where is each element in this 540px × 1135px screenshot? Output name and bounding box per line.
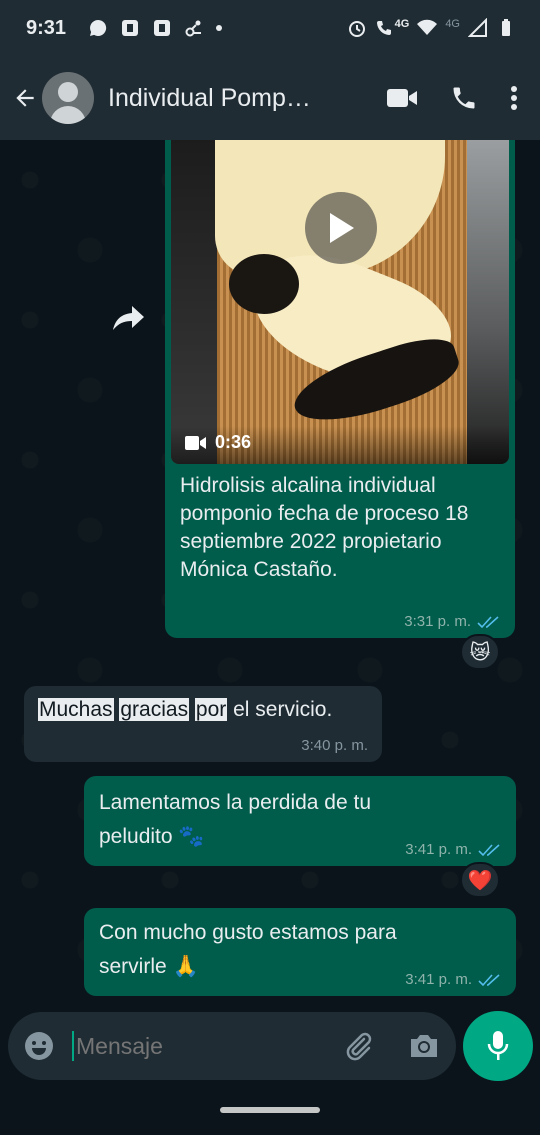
read-ticks-icon <box>478 843 500 856</box>
system-status-icons: 4G 4G <box>347 18 516 38</box>
message-text: Con mucho gusto estamos para servirle 🙏 <box>99 921 397 978</box>
message-composer[interactable] <box>8 1012 456 1080</box>
battery-icon <box>502 19 510 36</box>
message-meta: 3:40 p. m. <box>301 737 368 754</box>
highlighted-word: Muchas <box>38 698 114 721</box>
hub-notification-icon <box>185 20 202 37</box>
play-button[interactable] <box>305 192 377 264</box>
chat-area[interactable]: 0:36 Hidrolisis alcalina individual pomp… <box>0 140 540 1010</box>
message-meta: 3:31 p. m. <box>404 613 501 630</box>
message-time: 3:31 p. m. <box>404 613 471 630</box>
whatsapp-notification-icon <box>90 19 107 36</box>
forward-icon[interactable] <box>112 304 146 332</box>
read-ticks-icon <box>478 973 500 986</box>
avatar[interactable] <box>42 72 94 124</box>
reaction-badge[interactable]: ❤️ <box>460 862 500 898</box>
status-time: 9:31 <box>26 16 67 39</box>
highlighted-word: por <box>194 698 228 721</box>
reaction-emoji: ❤️ <box>467 869 493 892</box>
incoming-message[interactable]: Muchas gracias por el servicio. 3:40 p. … <box>24 686 382 762</box>
outgoing-message[interactable]: Lamentamos la perdida de tu peludito 🐾 3… <box>84 776 516 866</box>
message-text: Lamentamos la perdida de tu peludito 🐾 <box>99 791 372 848</box>
message-text: Muchas gracias por el servicio. <box>38 696 368 724</box>
network-type-label-2: 4G <box>445 18 460 30</box>
app-notification-icon-2 <box>154 20 171 36</box>
video-caption: Hidrolisis alcalina individual pomponio … <box>180 474 469 581</box>
highlighted-word: gracias <box>119 698 190 721</box>
network-type-label: 4G <box>394 18 410 30</box>
volte-call-icon <box>376 21 391 35</box>
message-time: 3:40 p. m. <box>301 737 368 754</box>
reaction-emoji: 😿 <box>469 641 491 664</box>
status-bar: 9:31 4G 4G <box>0 0 540 56</box>
chat-header: Individual Pomp… <box>0 56 540 140</box>
signal-icon <box>468 18 487 37</box>
message-time: 3:41 p. m. <box>405 971 472 988</box>
attach-icon[interactable] <box>342 1030 374 1062</box>
video-message[interactable]: 0:36 Hidrolisis alcalina individual pomp… <box>165 140 515 638</box>
video-duration: 0:36 <box>215 432 252 452</box>
alarm-icon <box>348 21 365 37</box>
dot-icon <box>216 25 223 31</box>
home-gesture-handle[interactable] <box>220 1107 320 1113</box>
video-camera-icon <box>185 435 206 450</box>
voice-record-button[interactable] <box>463 1011 533 1081</box>
video-call-icon[interactable] <box>386 86 418 110</box>
header-actions <box>386 84 528 112</box>
text-caret <box>72 1031 74 1061</box>
back-arrow-icon[interactable] <box>12 85 38 111</box>
system-nav-bar <box>0 1085 540 1135</box>
wifi-icon <box>417 19 438 35</box>
video-thumbnail[interactable]: 0:36 <box>171 140 509 464</box>
more-vert-icon[interactable] <box>510 85 518 111</box>
chat-title[interactable]: Individual Pomp… <box>108 84 328 113</box>
message-meta: 3:41 p. m. <box>405 841 502 858</box>
read-ticks-icon <box>477 615 499 628</box>
emoji-icon[interactable] <box>24 1031 54 1061</box>
app-notification-icon-1 <box>122 20 139 36</box>
reaction-badge[interactable]: 😿 <box>460 634 500 670</box>
camera-icon[interactable] <box>408 1032 440 1060</box>
message-meta: 3:41 p. m. <box>405 971 502 988</box>
message-time: 3:41 p. m. <box>405 841 472 858</box>
notification-icons <box>88 18 223 38</box>
message-text-rest: el servicio. <box>227 698 333 721</box>
play-icon <box>330 213 354 243</box>
microphone-icon <box>487 1031 509 1060</box>
message-input[interactable] <box>76 1032 316 1060</box>
outgoing-message[interactable]: Con mucho gusto estamos para servirle 🙏 … <box>84 908 516 996</box>
phone-icon[interactable] <box>450 84 478 112</box>
